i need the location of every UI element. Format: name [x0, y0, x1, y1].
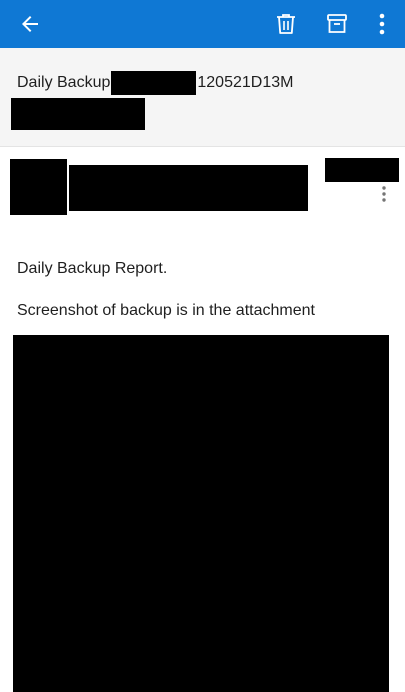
date-redacted	[325, 158, 399, 182]
more-vertical-icon	[382, 186, 386, 202]
redacted-block	[111, 71, 197, 95]
sender-avatar-redacted[interactable]	[10, 159, 67, 215]
more-options-button[interactable]	[366, 6, 398, 42]
subject-suffix: 120521D13M	[197, 74, 294, 91]
email-subject: Daily Backup 120521D13M	[17, 71, 294, 95]
back-button[interactable]	[12, 6, 48, 42]
delete-button[interactable]	[268, 6, 304, 42]
attachment-image-redacted[interactable]	[13, 335, 389, 692]
top-app-bar	[0, 0, 405, 48]
trash-icon	[277, 14, 295, 34]
more-vertical-icon	[379, 13, 385, 35]
subject-prefix: Daily Backup	[17, 74, 111, 91]
message-more-button[interactable]	[372, 182, 396, 206]
sender-header	[0, 146, 405, 226]
subject-header: Daily Backup 120521D13M	[0, 48, 405, 147]
body-text-line: Screenshot of backup is in the attachmen…	[17, 302, 315, 319]
sender-name-redacted[interactable]	[69, 165, 308, 211]
archive-button[interactable]	[319, 6, 355, 42]
archive-icon	[327, 14, 347, 33]
redacted-block	[11, 98, 145, 130]
arrow-left-icon	[22, 16, 38, 32]
body-text-line: Daily Backup Report.	[17, 260, 168, 277]
